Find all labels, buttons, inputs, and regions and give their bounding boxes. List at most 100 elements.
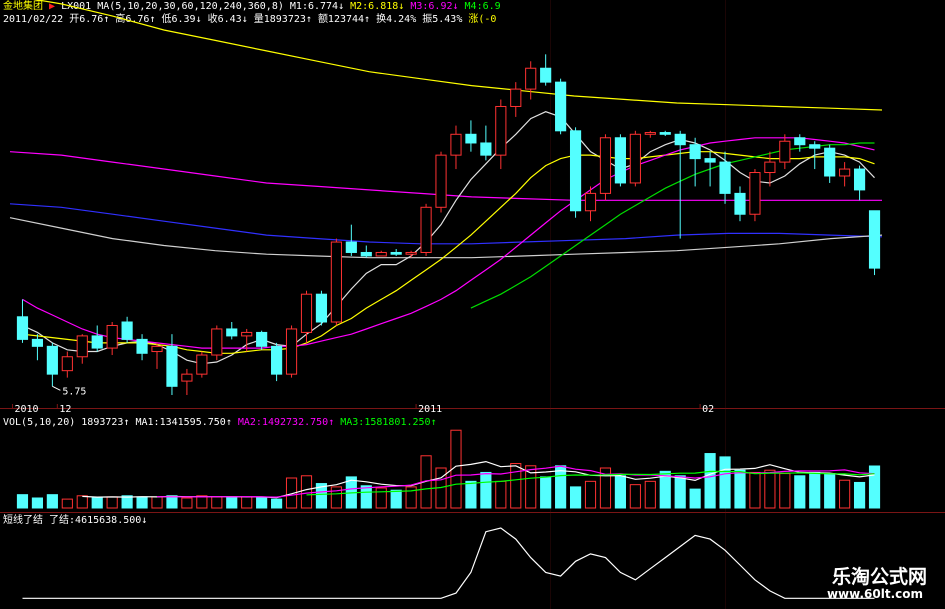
candle-body: [764, 161, 776, 174]
volume-bar: [794, 475, 806, 509]
candle-body: [241, 331, 253, 337]
volume-bar: [226, 496, 238, 509]
watermark-url: www.60lt.com: [826, 587, 923, 601]
candle-body: [16, 316, 29, 340]
volume-bar: [375, 487, 387, 509]
candle-body: [839, 168, 851, 177]
x-axis-label: 02: [702, 404, 714, 415]
x-axis-label: 2011: [418, 404, 442, 415]
volume-bar: [91, 497, 103, 509]
candle-body: [584, 192, 597, 212]
volume-bar: [764, 469, 776, 509]
volume-bar: [136, 496, 148, 509]
candle-body: [390, 251, 402, 255]
candle-body: [569, 130, 582, 212]
candle-body: [599, 137, 612, 194]
volume-bar: [241, 496, 253, 509]
volume-bar: [510, 463, 522, 509]
candle-body: [151, 345, 163, 353]
candle-body: [91, 335, 103, 349]
candle-body: [614, 137, 626, 184]
candle-body: [166, 345, 178, 387]
volume-bar: [689, 488, 701, 509]
candle-body: [420, 206, 432, 253]
ma-line-ma8: [9, 217, 883, 259]
low-annotation-label: 5.75: [62, 386, 86, 397]
volume-bar: [644, 480, 656, 509]
volume-bar: [16, 494, 29, 509]
candle-body: [435, 154, 447, 208]
candle-body: [181, 373, 193, 382]
candle-body: [31, 338, 44, 347]
volume-bar: [31, 497, 44, 509]
candle-body: [405, 251, 417, 255]
volume-bar: [480, 471, 492, 509]
ma-line-ma120: [34, 0, 883, 111]
candle-body: [360, 251, 372, 257]
volume-bar: [868, 465, 881, 509]
ma-line-m2: [22, 151, 875, 354]
volume-bar: [196, 495, 208, 509]
volume-bar: [465, 480, 477, 509]
candle-body: [450, 133, 462, 156]
candle-body: [629, 133, 641, 184]
volume-bar: [584, 480, 597, 509]
volume-bar: [271, 498, 283, 509]
x-axis-label: 12: [59, 404, 71, 415]
volume-bar: [629, 484, 641, 509]
candle-body: [345, 241, 357, 253]
candle-body: [794, 137, 806, 146]
candle-body: [734, 192, 746, 215]
volume-bar: [555, 465, 567, 509]
candle-body: [285, 328, 298, 375]
volume-bar: [734, 469, 746, 509]
volume-bar: [824, 473, 836, 509]
candle-body: [555, 81, 567, 132]
candle-body: [868, 210, 881, 269]
candle-body: [659, 132, 671, 135]
volume-bar: [719, 456, 731, 509]
candle-body: [779, 140, 791, 163]
volume-bar: [390, 489, 402, 509]
indicator-line: [22, 527, 875, 599]
candle-body: [226, 328, 238, 337]
volume-bar: [256, 497, 268, 509]
candle-body: [136, 338, 148, 354]
candle-body: [480, 142, 492, 156]
volume-bar: [839, 479, 851, 509]
volume-bar: [779, 473, 791, 509]
candle-body: [121, 321, 133, 340]
volume-bar: [61, 498, 73, 509]
stock-chart[interactable]: 2010 12 2011 02 5.75: [0, 0, 945, 609]
candle-body: [853, 168, 866, 191]
low-annotation-pointer: [52, 385, 61, 391]
volume-bar: [360, 485, 372, 509]
candle-body: [76, 335, 88, 358]
candle-body: [106, 324, 118, 349]
volume-bar: [853, 481, 866, 509]
volume-bar: [76, 495, 88, 509]
volume-bar: [809, 471, 821, 509]
candle-body: [330, 241, 342, 323]
candle-body: [809, 144, 821, 149]
candle-body: [375, 251, 387, 257]
x-axis-label: 2010: [14, 404, 38, 415]
volume-bar: [300, 475, 313, 509]
volume-bar: [181, 497, 193, 509]
ma-line-m1: [22, 111, 875, 365]
volume-bar: [569, 486, 582, 509]
candle-body: [689, 144, 701, 160]
candle-body: [495, 105, 507, 156]
candle-body: [525, 67, 537, 90]
ma-line-m3: [22, 137, 875, 349]
volume-bar: [495, 480, 507, 509]
candle-body: [300, 293, 313, 333]
candle-body: [315, 293, 328, 323]
volume-bar: [151, 496, 163, 509]
candle-body: [644, 132, 656, 135]
volume-bar: [166, 495, 178, 509]
watermark-title: 乐淘公式网: [831, 566, 927, 588]
candle-body: [704, 158, 716, 163]
candle-body: [61, 356, 73, 372]
candle-body: [719, 161, 731, 194]
